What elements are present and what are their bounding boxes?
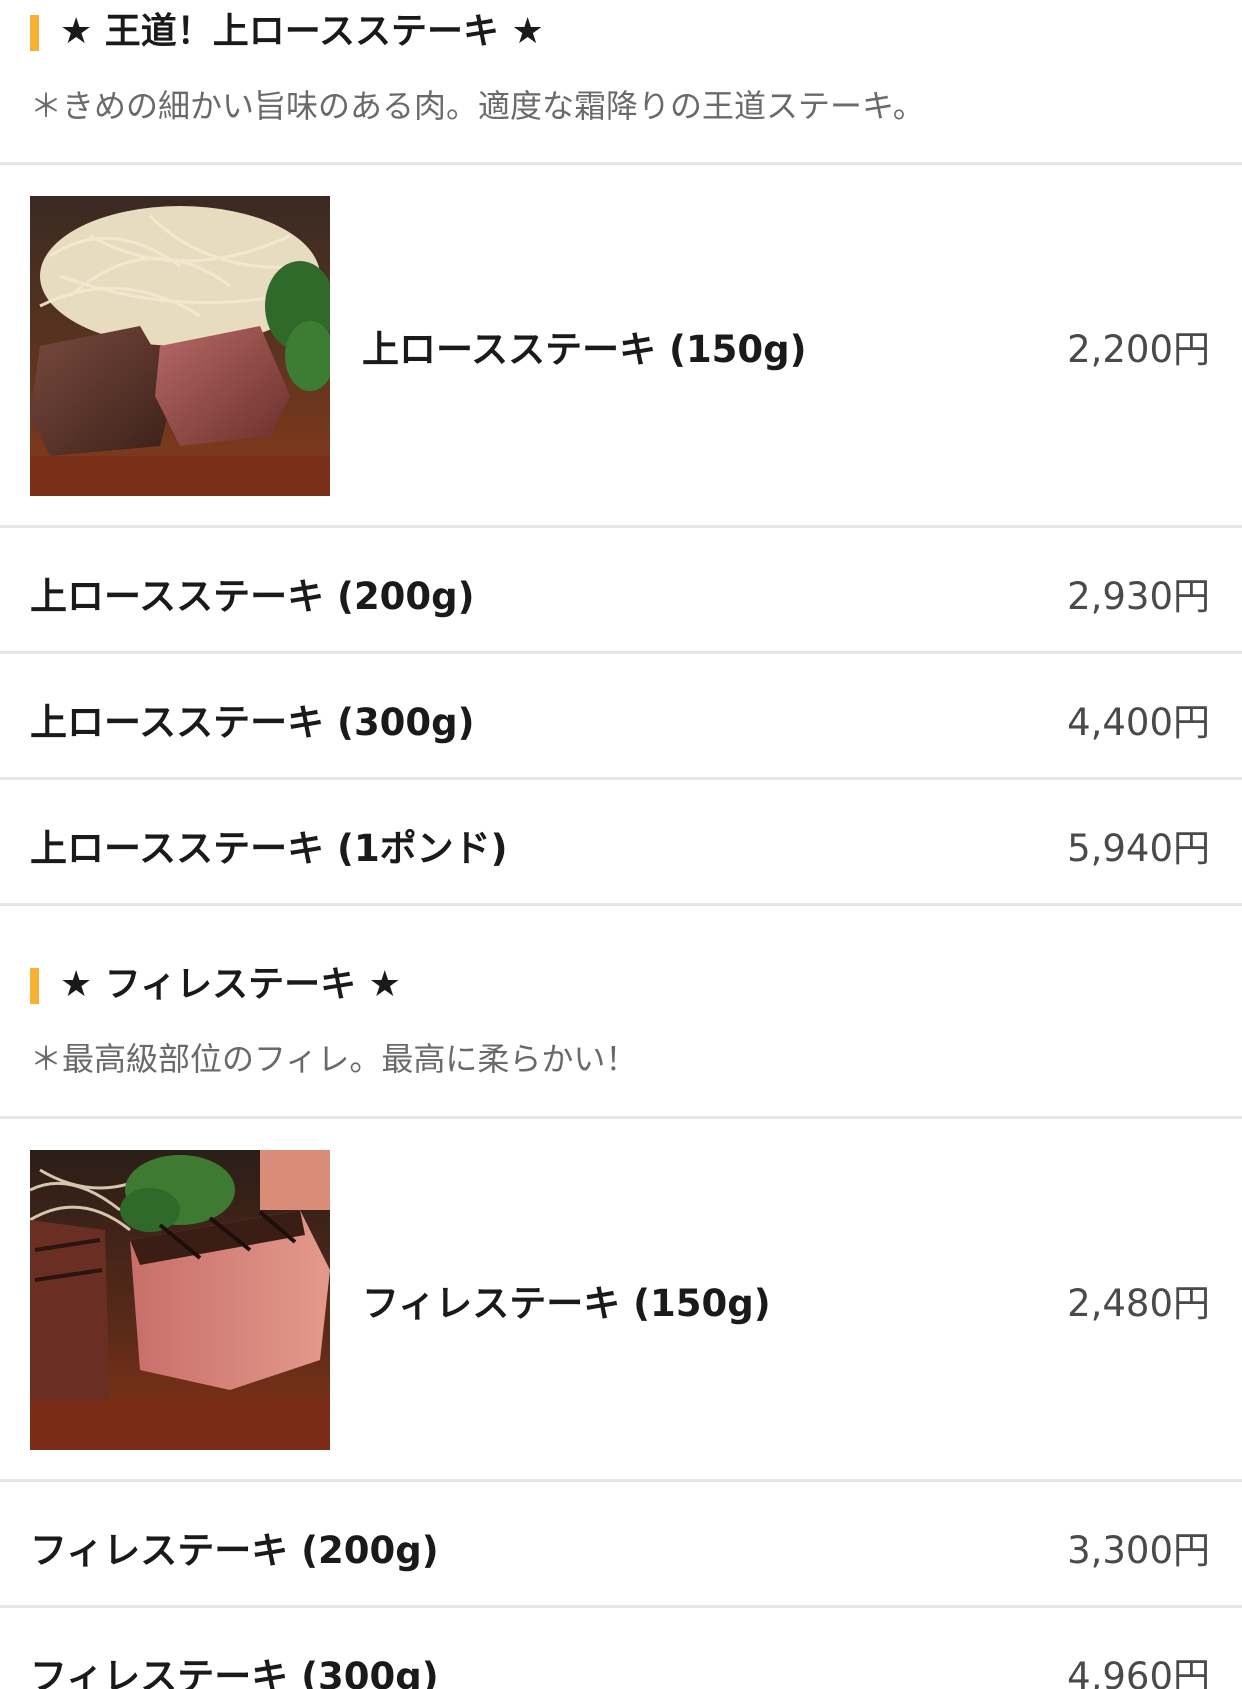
- menu-item-price: 5,940円: [1067, 827, 1210, 870]
- menu-item-price: 4,960円: [1067, 1655, 1210, 1689]
- menu-item-price: 2,930円: [1067, 575, 1210, 618]
- section-note: ＊きめの細かい旨味のある肉。適度な霜降りの王道ステーキ。: [30, 87, 925, 125]
- menu-item-price: 2,480円: [1067, 1282, 1210, 1325]
- menu-item[interactable]: フィレステーキ (300g) 4,960円: [0, 1608, 1242, 1689]
- menu-item-price: 4,400円: [1067, 701, 1210, 744]
- menu-item[interactable]: 上ロースステーキ (300g) 4,400円: [0, 654, 1242, 779]
- section-title: ★ フィレステーキ ★: [30, 963, 1212, 1007]
- menu-item-name: 上ロースステーキ (300g): [30, 701, 475, 744]
- menu-item-name: フィレステーキ (300g): [30, 1655, 439, 1689]
- menu-item-name: 上ロースステーキ (1ポンド): [30, 827, 508, 870]
- menu-item-name: フィレステーキ (150g): [362, 1282, 771, 1325]
- divider: [0, 903, 1242, 906]
- accent-bar: [30, 15, 39, 51]
- steak-photo: [30, 196, 330, 496]
- fillet-steak-photo: [30, 1150, 330, 1450]
- menu-item-name: 上ロースステーキ (150g): [362, 328, 807, 371]
- section-title-text: ★ フィレステーキ ★: [60, 964, 401, 1005]
- section-header-fillet: ★ フィレステーキ ★ ＊最高級部位のフィレ。最高に柔らかい！: [0, 963, 1242, 1079]
- menu-item-featured[interactable]: 上ロースステーキ (150g) 2,200円: [0, 165, 1242, 525]
- accent-bar: [30, 968, 39, 1004]
- menu-item-featured[interactable]: フィレステーキ (150g) 2,480円: [0, 1119, 1242, 1479]
- section-title-text: ★ 王道！上ロースステーキ ★: [60, 11, 544, 52]
- menu-item-name: フィレステーキ (200g): [30, 1529, 439, 1572]
- menu-item[interactable]: フィレステーキ (200g) 3,300円: [0, 1482, 1242, 1607]
- section-note: ＊最高級部位のフィレ。最高に柔らかい！: [30, 1040, 638, 1078]
- menu-item-price: 2,200円: [1067, 328, 1210, 371]
- menu-item-price: 3,300円: [1067, 1529, 1210, 1572]
- menu-item-name: 上ロースステーキ (200g): [30, 575, 475, 618]
- menu-item[interactable]: 上ロースステーキ (1ポンド) 5,940円: [0, 780, 1242, 905]
- section-header-loin: ★ 王道！上ロースステーキ ★ ＊きめの細かい旨味のある肉。適度な霜降りの王道ス…: [0, 10, 1242, 126]
- section-title: ★ 王道！上ロースステーキ ★: [30, 10, 1212, 54]
- menu-item[interactable]: 上ロースステーキ (200g) 2,930円: [0, 528, 1242, 653]
